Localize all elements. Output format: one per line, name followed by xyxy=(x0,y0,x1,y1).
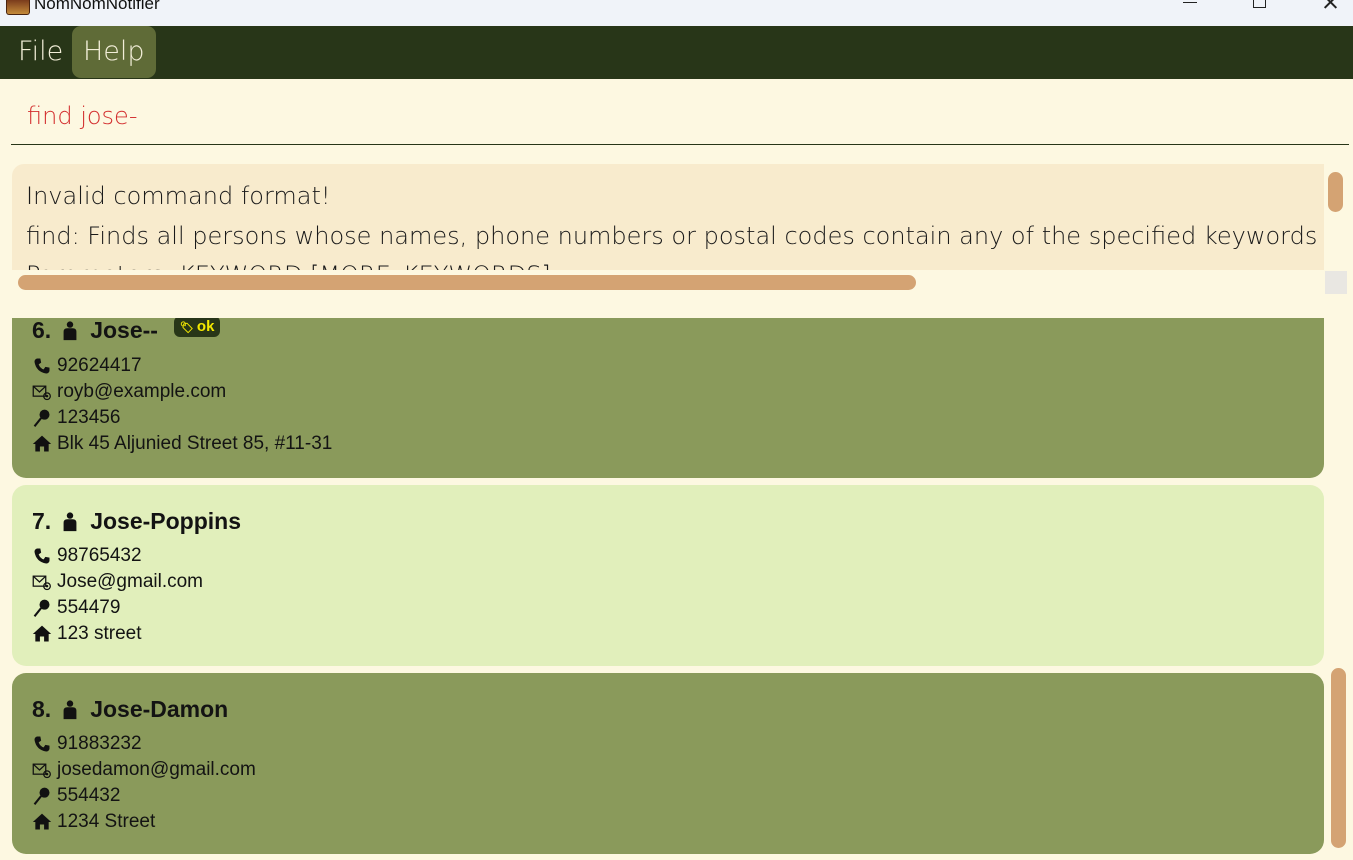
result-line: find: Finds all persons whose names, pho… xyxy=(26,222,1324,250)
close-button[interactable] xyxy=(1307,0,1353,20)
tag-label: ok xyxy=(196,318,215,335)
phone-icon xyxy=(34,358,50,374)
phone-text: 92624417 xyxy=(57,355,142,376)
phone-row: 92624417 xyxy=(32,355,142,377)
email-text: royb@example.com xyxy=(57,381,227,402)
email-text: josedamon@gmail.com xyxy=(57,759,256,780)
menu-file[interactable]: File xyxy=(7,26,74,78)
email-icon xyxy=(32,575,51,591)
email-row: Jose@gmail.com xyxy=(32,571,203,593)
result-line: Parameters: KEYWORD [MORE_KEYWORDS]... xyxy=(26,261,574,270)
address-text: Blk 45 Aljunied Street 85, #11-31 xyxy=(57,433,333,454)
tag-badge: 🏷 ok xyxy=(173,318,221,337)
menu-help[interactable]: Help xyxy=(72,26,156,78)
person-index: 8. xyxy=(32,696,52,722)
person-name: Jose-Poppins xyxy=(90,508,241,534)
title-bar: NomNomNotifier xyxy=(0,0,1353,26)
address-text: 1234 Street xyxy=(57,811,156,832)
phone-row: 91883232 xyxy=(32,733,142,755)
email-text: Jose@gmail.com xyxy=(57,571,203,592)
phone-row: 98765432 xyxy=(32,545,142,567)
person-name-row: 6. Jose-- 🏷 ok xyxy=(32,318,221,344)
person-card[interactable]: 7. Jose-Poppins 98765432 Jose@gmail.com … xyxy=(12,485,1324,666)
phone-icon xyxy=(34,736,50,752)
scrollbar-corner xyxy=(1325,271,1347,294)
phone-text: 91883232 xyxy=(57,733,142,754)
email-icon xyxy=(32,763,51,779)
address-row: 1234 Street xyxy=(32,811,155,833)
email-row: royb@example.com xyxy=(32,381,226,403)
command-text: find jose- xyxy=(27,102,138,130)
result-vertical-scrollbar[interactable] xyxy=(1328,172,1343,212)
pin-icon xyxy=(33,787,50,805)
postal-text: 554432 xyxy=(57,785,121,806)
postal-row: 554479 xyxy=(32,597,120,619)
pin-icon xyxy=(33,409,50,427)
phone-icon xyxy=(34,548,50,564)
email-row: josedamon@gmail.com xyxy=(32,759,256,781)
postal-row: 554432 xyxy=(32,785,120,807)
person-card[interactable]: 6. Jose-- 🏷 ok 92624417 royb@example.com … xyxy=(12,318,1324,478)
tag-icon: 🏷 xyxy=(179,322,194,334)
person-name-row: 8. Jose-Damon xyxy=(32,696,228,723)
window-title: NomNomNotifier xyxy=(34,0,160,13)
list-vertical-scrollbar[interactable] xyxy=(1331,668,1346,848)
postal-row: 123456 xyxy=(32,407,120,429)
person-index: 7. xyxy=(32,508,52,534)
home-icon xyxy=(32,625,52,642)
pin-icon xyxy=(33,599,50,617)
result-horizontal-scrollbar[interactable] xyxy=(18,275,916,290)
address-row: Blk 45 Aljunied Street 85, #11-31 xyxy=(32,433,332,455)
person-icon xyxy=(63,699,77,719)
person-list: 6. Jose-- 🏷 ok 92624417 royb@example.com … xyxy=(0,318,1353,860)
postal-text: 123456 xyxy=(57,407,121,428)
email-icon xyxy=(32,385,51,401)
phone-text: 98765432 xyxy=(57,545,142,566)
person-name: Jose-- xyxy=(90,318,158,343)
address-row: 123 street xyxy=(32,623,142,645)
maximize-button[interactable] xyxy=(1236,0,1282,20)
result-line: Invalid command format! xyxy=(26,182,331,210)
command-input[interactable]: find jose- xyxy=(11,92,1349,145)
app-icon xyxy=(6,0,30,15)
home-icon xyxy=(32,435,52,452)
person-name: Jose-Damon xyxy=(90,696,229,722)
person-card[interactable]: 8. Jose-Damon 91883232 josedamon@gmail.c… xyxy=(12,673,1324,854)
person-name-row: 7. Jose-Poppins xyxy=(32,508,241,535)
minimize-button[interactable] xyxy=(1167,0,1213,20)
home-icon xyxy=(32,813,52,830)
menu-bar: File Help xyxy=(0,26,1353,79)
postal-text: 554479 xyxy=(57,597,121,618)
person-icon xyxy=(63,511,77,531)
result-display: Invalid command format! find: Finds all … xyxy=(12,164,1324,270)
person-icon xyxy=(63,320,77,340)
address-text: 123 street xyxy=(57,623,142,644)
person-index: 6. xyxy=(32,318,52,343)
